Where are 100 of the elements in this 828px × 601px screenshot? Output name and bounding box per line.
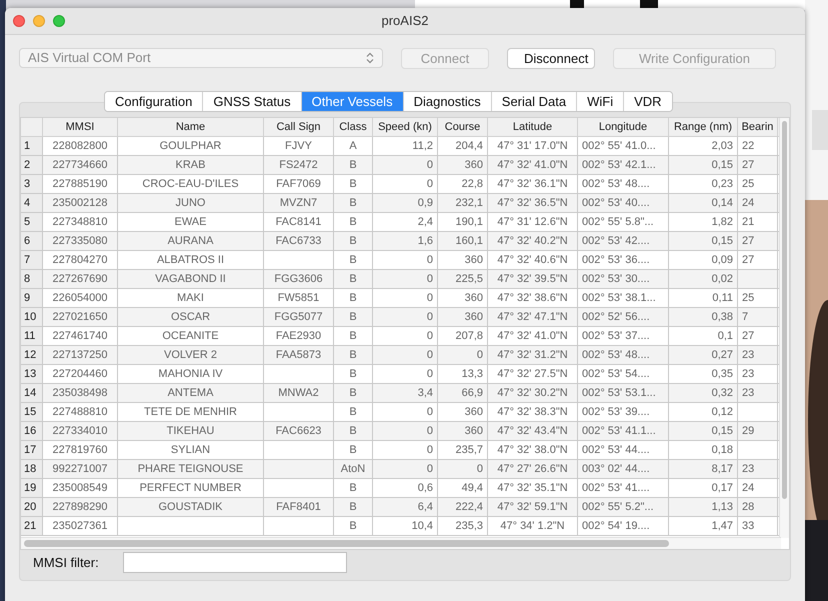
table-cell-text: 0,23 — [712, 176, 733, 192]
column-header[interactable]: Range (nm) — [669, 118, 738, 136]
table-cell-text: 13,3 — [462, 366, 483, 382]
table-cell-text: 207,8 — [455, 328, 483, 344]
table-cell-text: 47° 32' 47.1"N — [497, 310, 568, 325]
table-cell-text: B — [349, 328, 357, 344]
table-cell-text: 47° 32' 39.5"N — [497, 272, 568, 287]
table-cell-text: 7 — [742, 310, 748, 325]
column-header[interactable]: MMSI — [43, 118, 118, 136]
table-cell-text: FAC6733 — [276, 234, 322, 249]
table-cell-text: B — [349, 480, 357, 496]
table-cell-text: 002° 55' 41.0... — [582, 138, 656, 154]
table-cell-text: 360 — [464, 252, 483, 268]
table-cell-text: 0,15 — [712, 234, 733, 249]
table-cell-text: FAC8141 — [276, 214, 322, 230]
table-cell-text: 227334010 — [52, 424, 108, 439]
filter-label: MMSI filter: — [33, 554, 99, 572]
column-header[interactable]: Class — [334, 118, 373, 136]
table-cell-text: 002° 52' 56.... — [582, 310, 650, 325]
table-cell-text: 002° 53' 38.1... — [582, 290, 656, 306]
table-cell-text: 47° 32' 43.4"N — [497, 424, 568, 439]
table-cell-text: FS2472 — [279, 158, 318, 173]
vertical-scrollbar[interactable] — [779, 118, 789, 538]
column-header[interactable]: Call Sign — [264, 118, 334, 136]
table-cell-text: 0 — [426, 310, 433, 325]
table-cell-text: SYLIAN — [170, 442, 210, 458]
table-cell-text: 0,12 — [712, 404, 733, 420]
table-cell-text: 0,6 — [418, 480, 433, 496]
table-cell-text: FAF8401 — [276, 500, 321, 515]
table-cell-text: JUNO — [176, 196, 206, 211]
table-cell-text: B — [349, 366, 357, 382]
table-cell-text: 25 — [742, 290, 754, 306]
table-cell-text: 47° 32' 38.0"N — [497, 442, 568, 458]
row-number: 18 — [24, 462, 36, 477]
table-cell-text: B — [349, 196, 357, 211]
table-cell-text: 6,4 — [418, 500, 433, 515]
table-cell-text: ANTEMA — [168, 386, 214, 401]
table-cell-text: A — [349, 138, 357, 154]
table-cell-text: 47° 31' 12.6"N — [497, 214, 568, 230]
table-cell-text: 0 — [426, 252, 433, 268]
table-cell-text: EWAE — [174, 214, 206, 230]
table-cell-text: 47° 32' 41.0"N — [497, 158, 568, 173]
table-cell-text: 47° 32' 35.1"N — [497, 480, 568, 496]
horizontal-scrollbar[interactable] — [21, 537, 781, 549]
table-cell-text: 0 — [426, 290, 433, 306]
table-cell-text: 227819760 — [52, 442, 108, 458]
table-cell-text: 47° 32' 30.2"N — [497, 386, 568, 401]
table-cell-text: AURANA — [168, 234, 214, 249]
minimize-icon[interactable] — [33, 15, 45, 27]
table-cell-text: 227267690 — [52, 272, 108, 287]
table-cell-text: 992271007 — [52, 462, 108, 477]
table-cell-text: 360 — [464, 404, 483, 420]
table-cell-text: 0 — [426, 272, 433, 287]
table-cell-text: 003° 02' 44.... — [582, 462, 650, 477]
table-cell-text: 0 — [426, 176, 433, 192]
table-cell-text: 47° 32' 59.1"N — [497, 500, 568, 515]
tab[interactable]: Other Vessels — [300, 92, 403, 111]
table-cell-text: 225,5 — [455, 272, 483, 287]
table-cell-text: 227734660 — [52, 158, 108, 173]
close-icon[interactable] — [13, 15, 25, 27]
tab[interactable]: VDR — [623, 92, 672, 111]
table-cell-text: 002° 53' 41.... — [582, 480, 650, 496]
table-cell-text: 21 — [742, 214, 754, 230]
mmsi-filter-field[interactable] — [122, 552, 347, 573]
table-cell-text: 1,82 — [712, 214, 733, 230]
row-number: 3 — [24, 176, 30, 192]
table-cell-text: 360 — [464, 290, 483, 306]
table-cell-text: 0,35 — [712, 366, 733, 382]
table-cell-text: 0 — [426, 404, 433, 420]
row-number: 14 — [24, 386, 36, 401]
table-cell-text: 360 — [464, 158, 483, 173]
table-cell-text: 47° 32' 36.1"N — [497, 176, 568, 192]
row-number: 6 — [24, 234, 30, 249]
table-cell-text: 47° 32' 38.3"N — [497, 404, 568, 420]
column-header[interactable]: Speed (kn) — [373, 118, 438, 136]
table-cell-text: 227335080 — [52, 234, 108, 249]
table-cell-text: 47° 32' 31.2"N — [497, 348, 568, 363]
table-cell-text: 0 — [426, 442, 433, 458]
column-header[interactable]: Course — [438, 118, 488, 136]
table-cell-text: 235008549 — [52, 480, 108, 496]
table-cell-text: 8,17 — [712, 462, 733, 477]
column-header[interactable]: Longitude — [578, 118, 669, 136]
window-title: proAIS2 — [382, 12, 428, 30]
table-cell-text: 47° 32' 41.0"N — [497, 328, 568, 344]
table-cell-text: MNWA2 — [278, 386, 319, 401]
table-cell-text: 0 — [426, 328, 433, 344]
toolbar-button[interactable]: Disconnect — [507, 48, 595, 68]
table-cell-text: B — [349, 404, 357, 420]
table-cell-text: 002° 53' 54.... — [582, 366, 650, 382]
table-cell-text: FAC6623 — [276, 424, 322, 439]
table-cell-text: 002° 53' 48.... — [582, 348, 650, 363]
table-cell-text: 10,4 — [412, 518, 433, 534]
maximize-icon[interactable] — [53, 15, 65, 27]
column-header[interactable]: Latitude — [488, 118, 578, 136]
table-cell-text: 23 — [742, 366, 754, 382]
table-cell-text: VOLVER 2 — [164, 348, 217, 363]
column-header[interactable]: Bearin — [738, 118, 778, 136]
table-cell-text: 47° 34' 1.2"N — [500, 518, 565, 534]
column-header[interactable]: Name — [118, 118, 264, 136]
table-cell-text: 0 — [426, 424, 433, 439]
